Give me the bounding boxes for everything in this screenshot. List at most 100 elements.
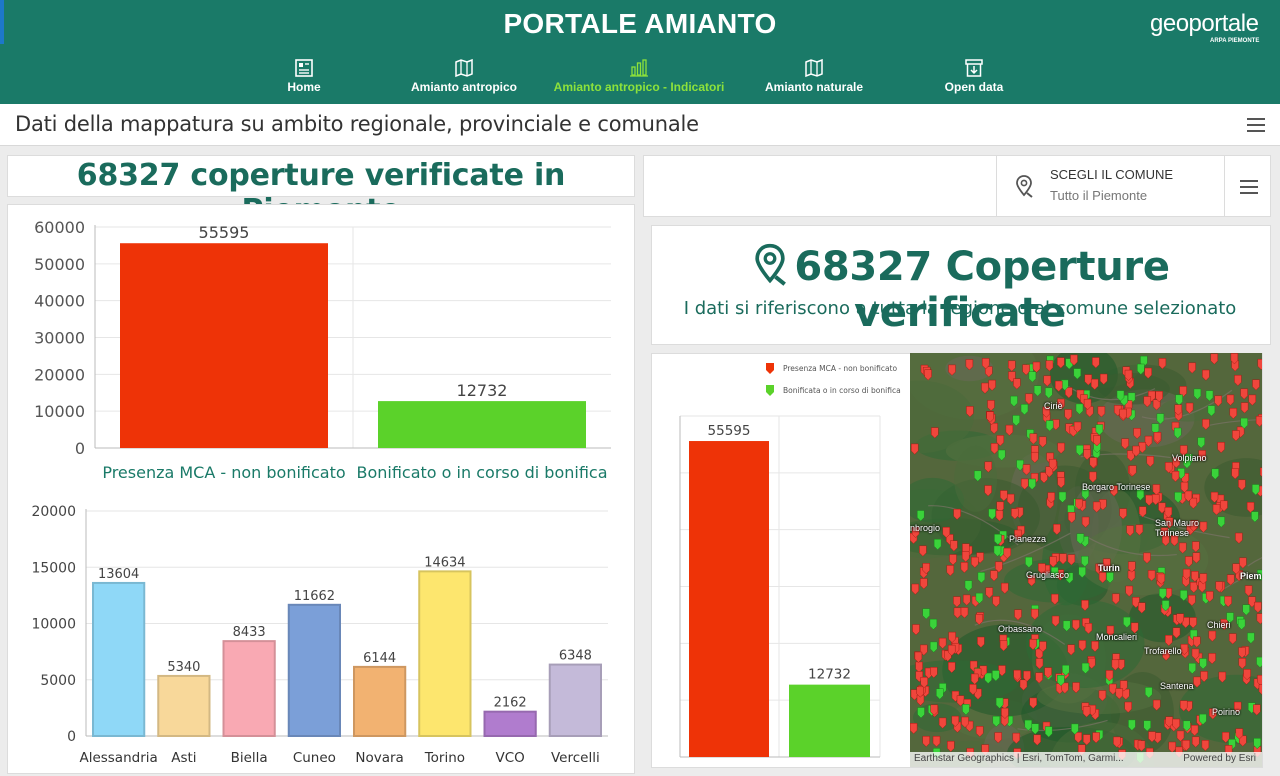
comune-selector-panel	[643, 155, 1271, 217]
nav-amianto-naturale[interactable]: Amianto naturale	[759, 58, 869, 98]
x-tick-label: VCO	[495, 750, 524, 766]
bar	[418, 570, 472, 738]
y-tick-label: 30000	[34, 329, 85, 348]
map-marker	[1256, 613, 1262, 625]
y-tick-label: 10000	[31, 617, 76, 633]
menu-icon[interactable]	[1240, 179, 1260, 195]
map-marker	[1001, 582, 1009, 594]
map-town-label: Ciriè	[1044, 401, 1063, 411]
map-marker	[962, 594, 971, 606]
satellite-map[interactable]: Ciriè Volpiano Borgaro Torinese Pianezza…	[910, 353, 1262, 767]
map-marker	[949, 554, 957, 566]
bar-value-label: 6348	[559, 649, 592, 664]
x-tick-label: Alessandria	[79, 750, 157, 766]
map-marker	[1138, 442, 1147, 454]
map-marker	[914, 651, 923, 663]
y-tick-label: 0	[75, 439, 85, 458]
summary-title: 68327 Coperture verificate	[794, 244, 1170, 336]
map-marker	[1045, 420, 1054, 432]
map-marker	[1014, 609, 1022, 621]
map-marker	[1228, 633, 1237, 645]
search-location-icon	[1016, 175, 1033, 198]
comune-selector-label: SCEGLI IL COMUNE	[1050, 167, 1174, 182]
y-tick-label: 0	[67, 729, 76, 745]
map-marker	[1188, 662, 1197, 675]
bar	[353, 665, 407, 738]
map-marker	[1255, 415, 1262, 428]
map-town-label: Borgaro Torinese	[1082, 482, 1151, 492]
map-marker	[964, 580, 973, 592]
bar-value-label: 14634	[424, 555, 465, 570]
province-bar-chart: 0 5000 10000 15000 20000 13604 Alessandria 5340…	[31, 504, 608, 766]
map-marker	[953, 607, 962, 619]
map-marker	[910, 723, 918, 735]
map-marker	[992, 596, 1000, 608]
nav-amianto-antropico[interactable]: Amianto antropico	[404, 58, 524, 98]
nav-amianto-naturale-label: Amianto naturale	[764, 80, 863, 94]
x-tick-label: Biella	[231, 750, 268, 766]
nav-home-label: Home	[287, 80, 321, 94]
map-marker	[1191, 736, 1200, 748]
map-marker	[1212, 504, 1221, 516]
bar-value-label: 55595	[199, 223, 250, 242]
bar-value-label: 13604	[98, 567, 139, 582]
map-marker	[977, 572, 986, 584]
bar-value-label: 12732	[457, 381, 508, 400]
map-marker	[1251, 511, 1259, 523]
y-tick-label: 20000	[31, 504, 76, 520]
y-tick-label: 40000	[34, 292, 85, 311]
map-marker	[922, 608, 930, 620]
map-marker	[1254, 601, 1262, 613]
map-marker	[990, 570, 998, 582]
map-marker	[938, 637, 947, 649]
powered-by-esri[interactable]: Powered by Esri	[1183, 753, 1256, 764]
map-marker	[1064, 409, 1072, 421]
map-town-label: Santena	[1160, 681, 1194, 691]
map-marker	[1240, 402, 1249, 414]
map-marker	[920, 578, 928, 590]
map-icon	[455, 58, 473, 78]
map-marker	[1051, 593, 1059, 605]
map-marker	[1121, 438, 1129, 450]
bar	[92, 581, 146, 737]
map-town-label: Turin	[1098, 563, 1120, 573]
map-marker	[912, 624, 920, 636]
nav-open-data[interactable]: Open data	[939, 58, 1009, 98]
map-marker	[1232, 430, 1240, 442]
map-marker	[1244, 585, 1253, 597]
map-marker	[1205, 390, 1214, 402]
nav-indicatori[interactable]: Amianto antropico - Indicatori	[539, 58, 739, 98]
page-heading: Dati della mappatura su ambito regionale…	[15, 112, 699, 136]
map-marker	[1208, 630, 1217, 642]
nav-home[interactable]: Home	[274, 58, 334, 98]
map-marker	[1217, 516, 1225, 528]
bar	[689, 441, 769, 757]
divider	[996, 156, 997, 216]
map-marker	[1217, 442, 1225, 454]
left-charts-panel: 0 10000 20000 30000 40000 50000 60000 55595 Pres…	[7, 204, 635, 774]
map-marker-layer	[910, 353, 1262, 767]
newspaper-icon	[295, 59, 313, 77]
map-town-label: Volpiano	[1172, 453, 1207, 463]
nav-amianto-antropico-label: Amianto antropico	[410, 80, 517, 94]
map-marker	[1075, 403, 1084, 415]
map-marker	[961, 551, 970, 563]
map-marker	[1168, 741, 1176, 753]
map-marker	[1242, 604, 1250, 616]
y-tick-label: 50000	[34, 255, 85, 274]
map-attribution: Earthstar Geographics | Esri, TomTom, Ga…	[910, 752, 1262, 767]
bar-value-label: 12732	[808, 667, 851, 683]
legend-marker	[766, 385, 774, 396]
geoportale-logo[interactable]: geoportale ARPA PIEMONTE	[1150, 10, 1274, 44]
app-header: PORTALE AMIANTO geoportale ARPA PIEMONTE…	[0, 0, 1280, 104]
legend-label: Presenza MCA - non bonificato	[783, 364, 897, 373]
map-town-label: nbrogio	[910, 523, 941, 533]
map-town-label: San Mauro Torinese	[1155, 518, 1200, 538]
page-subheader: Dati della mappatura su ambito regionale…	[0, 104, 1280, 146]
map-marker	[1201, 740, 1210, 752]
map-marker	[1239, 557, 1247, 569]
map-marker	[1257, 358, 1262, 371]
menu-icon[interactable]	[1247, 117, 1267, 133]
map-marker	[1043, 375, 1051, 387]
map-marker	[1235, 532, 1243, 544]
